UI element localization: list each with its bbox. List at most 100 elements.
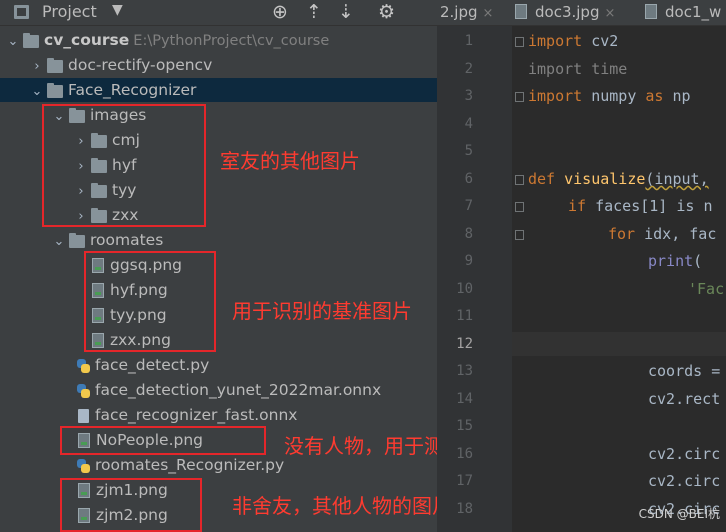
line-number: 3 <box>464 88 473 104</box>
code-line-2[interactable]: import time <box>528 60 627 78</box>
code-line-16[interactable]: cv2.circ <box>648 445 720 463</box>
expand-all-icon[interactable]: ⇡ <box>306 0 322 24</box>
code-line-8[interactable]: for idx, fac <box>608 225 716 243</box>
code-keyword: import <box>528 87 583 105</box>
fold-marker-icon[interactable] <box>515 37 524 47</box>
close-icon[interactable]: × <box>483 6 494 21</box>
chevron-right-icon[interactable]: › <box>30 55 44 79</box>
line-number: 1 <box>464 33 473 49</box>
line-number: 2 <box>464 61 473 77</box>
code-builtin: print <box>648 252 694 270</box>
line-number: 15 <box>456 418 473 434</box>
tab-doc3-jpg[interactable]: doc3.jpg × <box>515 0 615 25</box>
code-text: np <box>663 87 691 105</box>
code-line-10[interactable]: 'Fac <box>688 280 724 298</box>
code-text: ( <box>693 252 703 270</box>
annotation-box-nopeople <box>60 426 266 455</box>
project-tool-window: Project ▼ ⊕ ⇡ ⇣ ⚙ ⌄ cv_course E:\PythonPro… <box>0 0 437 532</box>
tree-item-label: face_detect.py <box>95 356 210 374</box>
code-keyword: import <box>528 60 583 78</box>
annotation-label-zjm: 非舍友，其他人物的图片 <box>232 494 437 518</box>
tree-item-label: doc-rectify-opencv <box>68 56 213 74</box>
chevron-down-icon[interactable]: ⌄ <box>52 230 66 254</box>
code-line-9[interactable]: print( <box>648 252 702 270</box>
code-text: coords = <box>648 362 721 380</box>
code-keyword: import <box>528 32 583 50</box>
annotation-box-roomates <box>84 251 216 352</box>
tree-item-roomates-recognizer-py[interactable]: roomates_Recognizer.py <box>74 453 284 477</box>
tree-item-label: face_recognizer_fast.onnx <box>95 406 298 424</box>
close-icon[interactable]: × <box>604 6 615 21</box>
line-number: 11 <box>456 308 473 324</box>
code-line-17[interactable]: cv2.circ <box>648 472 720 490</box>
code-line-6[interactable]: def visualize(input, <box>528 170 709 188</box>
image-file-icon <box>515 4 527 19</box>
fold-marker-icon[interactable] <box>515 202 524 212</box>
folder-icon <box>47 58 63 73</box>
tab-2-jpg[interactable]: 2.jpg × <box>440 0 493 25</box>
annotation-label-nopeople: 没有人物，用于测试的图片 <box>284 434 437 458</box>
chevron-down-icon[interactable]: ⌄ <box>30 80 44 104</box>
line-number: 6 <box>464 171 473 187</box>
fold-marker-icon[interactable] <box>515 230 524 240</box>
code-keyword: as <box>645 87 664 105</box>
code-text: faces[1] is n <box>586 197 713 215</box>
tree-item-face-recognizer[interactable]: ⌄ Face_Recognizer <box>0 78 437 102</box>
collapse-all-icon[interactable]: ⇣ <box>338 0 354 24</box>
chevron-down-icon[interactable]: ▼ <box>112 2 123 18</box>
tree-item-cv-course[interactable]: ⌄ cv_course E:\PythonProject\cv_course <box>6 28 330 54</box>
code-text: cv2.rect <box>648 390 721 408</box>
line-number: 10 <box>456 281 473 297</box>
code-keyword: for <box>608 225 636 243</box>
tree-item-doc-rectify[interactable]: › doc-rectify-opencv <box>30 53 212 77</box>
code-text: cv2.circ <box>648 472 721 490</box>
project-title[interactable]: Project <box>42 2 97 21</box>
code-line-7[interactable]: if faces[1] is n <box>568 197 713 215</box>
code-text: cv2 <box>582 32 619 50</box>
chevron-down-icon[interactable]: ⌄ <box>6 30 20 54</box>
code-text: numpy <box>582 87 646 105</box>
code-keyword: if <box>568 197 587 215</box>
project-folder-icon <box>14 5 29 19</box>
tree-item-label: roomates <box>90 231 164 249</box>
tab-doc1-w[interactable]: doc1_w <box>645 0 721 25</box>
code-line-13[interactable]: coords = <box>648 362 720 380</box>
image-file-icon <box>645 4 657 19</box>
tree-item-label: cv_course <box>44 31 130 49</box>
line-number: 13 <box>456 363 473 379</box>
python-file-icon <box>77 459 90 473</box>
code-function: visualize <box>555 170 646 188</box>
line-number: 5 <box>464 143 473 159</box>
tree-item-face-detect-py[interactable]: face_detect.py <box>74 353 209 377</box>
line-number: 7 <box>464 198 473 214</box>
tree-item-yunet-onnx[interactable]: face_detection_yunet_2022mar.onnx <box>74 378 381 402</box>
fold-marker-icon[interactable] <box>515 92 524 102</box>
tree-item-recognizer-fast-onnx[interactable]: face_recognizer_fast.onnx <box>74 403 297 427</box>
line-number: 14 <box>456 391 473 407</box>
python-file-icon <box>77 359 90 373</box>
annotation-box-zjm <box>60 478 202 532</box>
code-line-3[interactable]: import numpy as np <box>528 87 691 105</box>
line-number: 17 <box>456 473 473 489</box>
annotation-box-images <box>42 104 206 227</box>
code-line-14[interactable]: cv2.rect <box>648 390 720 408</box>
folder-icon <box>47 83 63 98</box>
project-header: Project ▼ ⊕ ⇡ ⇣ ⚙ <box>0 0 437 26</box>
code-line-1[interactable]: import cv2 <box>528 32 618 50</box>
python-file-icon <box>77 384 90 398</box>
fold-marker-icon[interactable] <box>515 175 524 185</box>
code-text: idx, fac <box>635 225 717 243</box>
locate-file-icon[interactable]: ⊕ <box>272 0 288 24</box>
tab-label: 2.jpg <box>440 3 478 21</box>
tree-item-label: face_detection_yunet_2022mar.onnx <box>95 381 382 399</box>
line-number: 18 <box>456 501 473 517</box>
line-number: 4 <box>464 116 473 132</box>
code-keyword: def <box>528 170 556 188</box>
gear-icon[interactable]: ⚙ <box>378 0 395 24</box>
code-editor: 2.jpg × doc3.jpg × doc1_w 1 2 3 4 5 6 7 8 … <box>437 0 726 532</box>
annotation-label-images: 室友的其他图片 <box>220 149 360 173</box>
watermark: CSDN @BEI杭 <box>638 507 720 521</box>
editor-tabs: 2.jpg × doc3.jpg × doc1_w <box>437 0 726 26</box>
tree-item-roomates[interactable]: ⌄ roomates <box>52 228 164 254</box>
code-string: 'Fac <box>688 280 725 298</box>
